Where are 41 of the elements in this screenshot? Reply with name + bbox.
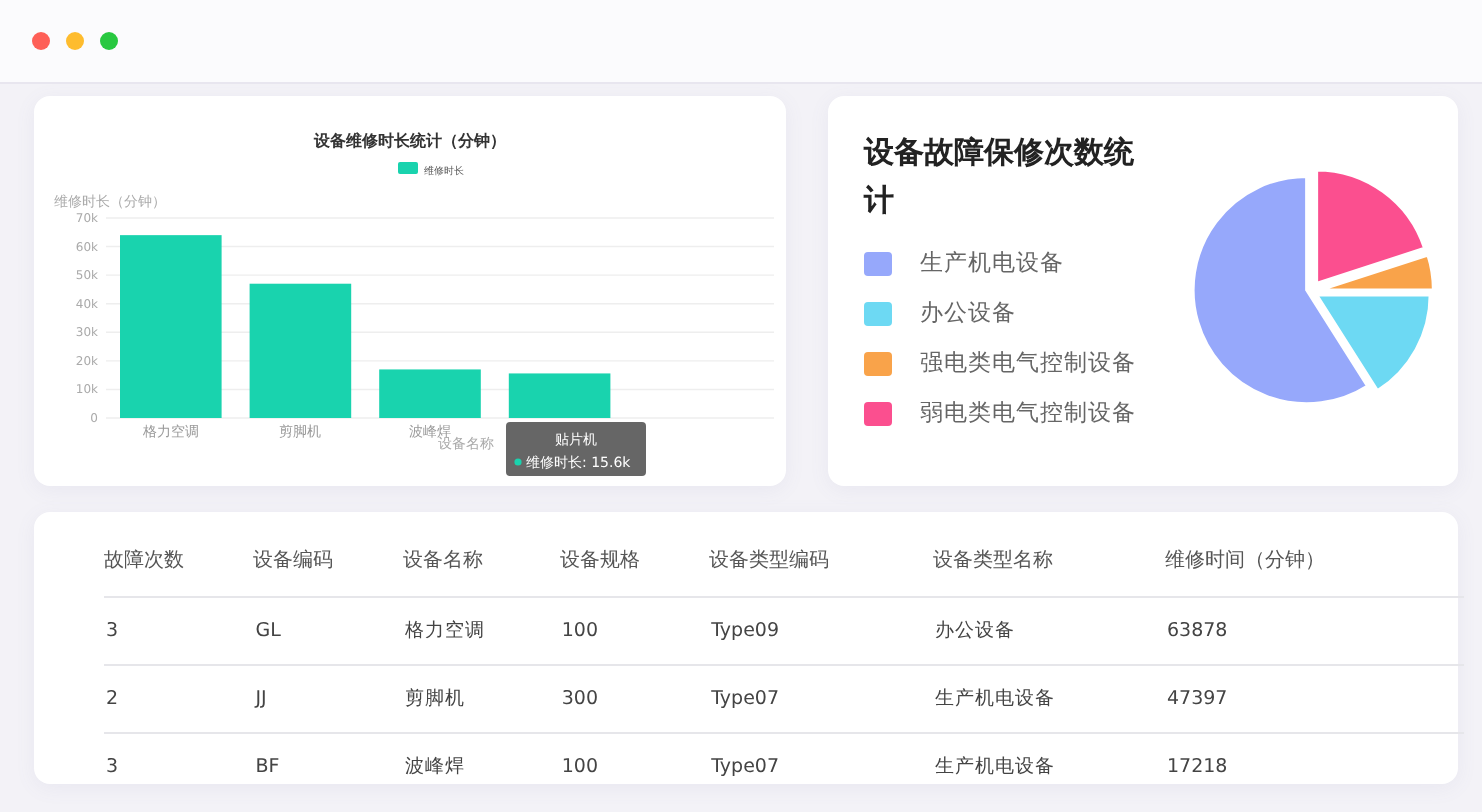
table-cell: GL xyxy=(253,597,403,665)
column-header: 设备类型名称 xyxy=(933,524,1165,597)
table-cell: 3 xyxy=(104,733,254,800)
table-cell: 波峰焊 xyxy=(402,733,560,800)
column-header: 设备类型编码 xyxy=(709,524,934,597)
table-cell: Type09 xyxy=(709,597,934,665)
column-header: 维修时间（分钟） xyxy=(1165,524,1464,597)
table-cell: 3 xyxy=(104,597,254,665)
card-title: 设备故障保修次数统计 xyxy=(864,132,1136,222)
table-cell: 100 xyxy=(559,597,710,665)
bar xyxy=(379,369,481,418)
column-header: 设备编码 xyxy=(253,524,403,597)
table-cell: BF xyxy=(253,733,403,800)
table-cell: 2 xyxy=(104,665,254,733)
legend-label: 办公设备 xyxy=(920,298,1016,328)
table-cell: 剪脚机 xyxy=(402,665,560,733)
zoom-icon[interactable] xyxy=(100,32,118,50)
table-cell: 办公设备 xyxy=(933,597,1165,665)
table-cell: 47397 xyxy=(1165,665,1464,733)
minimize-icon[interactable] xyxy=(66,32,84,50)
legend-label: 弱电类电气控制设备 xyxy=(920,398,1136,428)
table-cell: 17218 xyxy=(1165,733,1464,800)
legend-label: 生产机电设备 xyxy=(920,248,1064,278)
legend-swatch xyxy=(398,162,418,174)
table-cell: 生产机电设备 xyxy=(933,665,1165,733)
table-cell: 生产机电设备 xyxy=(933,733,1165,800)
table-cell: 格力空调 xyxy=(402,597,560,665)
close-icon[interactable] xyxy=(32,32,50,50)
legend-label: 强电类电气控制设备 xyxy=(920,348,1136,378)
bar xyxy=(249,283,352,418)
column-header: 故障次数 xyxy=(104,524,254,597)
chart-title: 设备维修时长统计（分钟） xyxy=(314,132,506,150)
bar xyxy=(508,373,611,418)
table-cell: Type07 xyxy=(709,665,934,733)
table-cell: Type07 xyxy=(709,733,934,800)
column-header: 设备规格 xyxy=(559,524,710,597)
table-cell: JJ xyxy=(253,665,403,733)
table-cell: 100 xyxy=(559,733,710,800)
column-header: 设备名称 xyxy=(402,524,560,597)
table-cell: 300 xyxy=(559,665,710,733)
table-cell: 63878 xyxy=(1165,597,1464,665)
